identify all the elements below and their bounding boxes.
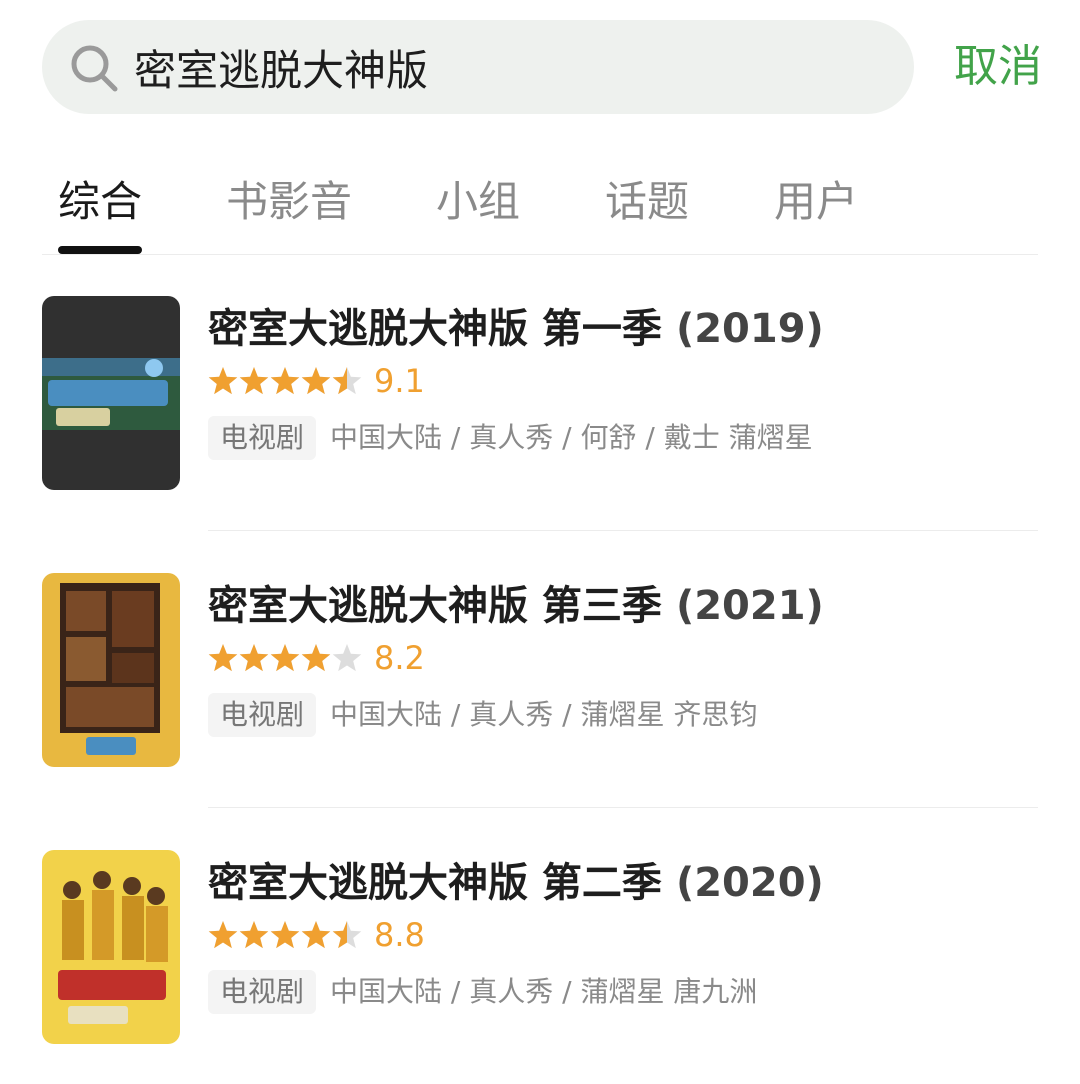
- rating-score: 8.8: [374, 916, 425, 954]
- star-full-icon: [208, 367, 238, 395]
- stars-svg: [208, 921, 362, 949]
- search-input[interactable]: [134, 20, 894, 114]
- search-icon: [68, 42, 120, 94]
- result-year: (2019): [675, 306, 824, 352]
- result-title: 密室大逃脱大神版 第三季 (2021): [208, 573, 824, 631]
- stars-svg: [208, 367, 362, 395]
- star-full-icon: [239, 921, 269, 949]
- result-title-text: 密室大逃脱大神版 第一季: [208, 306, 662, 352]
- star-full-icon: [270, 367, 300, 395]
- meta-row: 电视剧 中国大陆 / 真人秀 / 何舒 / 戴士 蒲熠星: [208, 416, 813, 460]
- star-full-icon: [208, 644, 238, 672]
- tab-bar: 综合 书影音 小组 话题 用户: [42, 150, 1038, 255]
- type-badge: 电视剧: [208, 693, 317, 737]
- result-item[interactable]: 密室大逃脱大神版 第三季 (2021) 8.2 电视剧 中国大陆 / 真人秀 / 蒲…: [42, 573, 1038, 773]
- poster-image: [42, 573, 180, 767]
- result-year: (2020): [675, 860, 824, 906]
- rating-score: 8.2: [374, 639, 425, 677]
- star-full-icon: [239, 367, 269, 395]
- star-full-icon: [239, 644, 269, 672]
- cancel-button[interactable]: 取消: [950, 20, 1042, 114]
- search-row: 取消: [42, 20, 1042, 114]
- meta-text: 中国大陆 / 真人秀 / 蒲熠星 齐思钧: [330, 698, 758, 731]
- star-full-icon: [301, 644, 331, 672]
- tab-topics[interactable]: 话题: [605, 168, 689, 229]
- divider: [208, 807, 1038, 808]
- meta-row: 电视剧 中国大陆 / 真人秀 / 蒲熠星 齐思钧: [208, 693, 757, 737]
- tab-groups[interactable]: 小组: [436, 168, 520, 229]
- result-title: 密室大逃脱大神版 第二季 (2020): [208, 850, 824, 908]
- tab-books-movies-music[interactable]: 书影音: [226, 168, 352, 229]
- active-tab-indicator: [58, 246, 142, 254]
- meta-text: 中国大陆 / 真人秀 / 何舒 / 戴士 蒲熠星: [330, 421, 813, 454]
- divider: [208, 530, 1038, 531]
- result-title-text: 密室大逃脱大神版 第二季: [208, 860, 662, 906]
- poster-image: [42, 296, 180, 490]
- star-empty-icon: [332, 644, 362, 672]
- meta-row: 电视剧 中国大陆 / 真人秀 / 蒲熠星 唐九洲: [208, 970, 757, 1014]
- type-badge: 电视剧: [208, 970, 317, 1014]
- type-badge: 电视剧: [208, 416, 317, 460]
- result-title-text: 密室大逃脱大神版 第三季: [208, 583, 662, 629]
- star-rating: [208, 920, 362, 954]
- result-item[interactable]: 密室大逃脱大神版 第一季 (2019) 9.1 电视剧 中国大陆 / 真人秀 / 何…: [42, 296, 1038, 496]
- rating-score: 9.1: [374, 362, 425, 400]
- tab-comprehensive[interactable]: 综合: [58, 168, 142, 229]
- star-full-icon: [301, 921, 331, 949]
- tab-users[interactable]: 用户: [774, 168, 858, 229]
- result-title: 密室大逃脱大神版 第一季 (2019): [208, 296, 824, 354]
- stars-svg: [208, 644, 362, 672]
- poster-image: [42, 850, 180, 1044]
- meta-text: 中国大陆 / 真人秀 / 蒲熠星 唐九洲: [330, 975, 758, 1008]
- result-year: (2021): [675, 583, 824, 629]
- star-full-icon: [301, 367, 331, 395]
- search-box[interactable]: [42, 20, 914, 114]
- star-half-icon: [332, 921, 362, 949]
- star-full-icon: [208, 921, 238, 949]
- result-item[interactable]: 密室大逃脱大神版 第二季 (2020) 8.8 电视剧 中国大陆 / 真人秀 / 蒲…: [42, 850, 1038, 1050]
- star-rating: [208, 366, 362, 400]
- star-full-icon: [270, 921, 300, 949]
- star-rating: [208, 643, 362, 677]
- star-full-icon: [270, 644, 300, 672]
- star-half-icon: [332, 367, 362, 395]
